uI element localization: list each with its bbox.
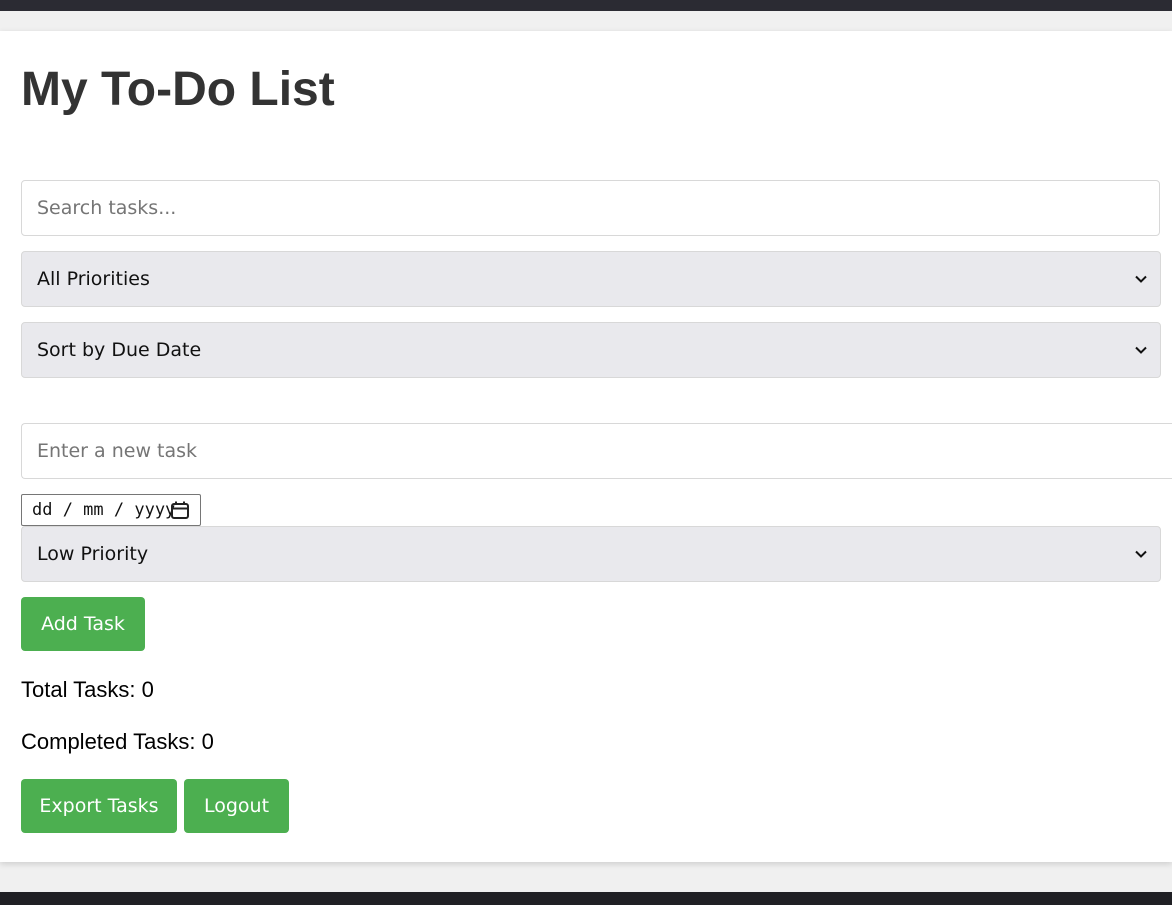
due-date-input[interactable]: dd / mm / yyyy <box>21 494 201 526</box>
chevron-down-icon <box>1135 550 1147 558</box>
priority-filter-value: All Priorities <box>37 268 150 290</box>
chevron-down-icon <box>1135 275 1147 283</box>
completed-tasks-count: Completed Tasks: 0 <box>21 729 214 754</box>
window-top-bar <box>0 0 1172 11</box>
total-tasks-count: Total Tasks: 0 <box>21 677 154 702</box>
sort-select[interactable]: Sort by Due Date <box>21 322 1161 378</box>
search-input[interactable]: Search tasks... <box>21 180 1160 236</box>
new-task-placeholder: Enter a new task <box>37 440 198 462</box>
add-task-button[interactable]: Add Task <box>21 597 145 651</box>
page-title: My To-Do List <box>21 63 335 116</box>
task-priority-select[interactable]: Low Priority <box>21 526 1161 582</box>
export-tasks-button[interactable]: Export Tasks <box>21 779 177 833</box>
sort-value: Sort by Due Date <box>37 339 202 361</box>
calendar-icon[interactable] <box>170 500 190 520</box>
priority-filter-select[interactable]: All Priorities <box>21 251 1161 307</box>
search-placeholder: Search tasks... <box>37 197 177 219</box>
logout-button[interactable]: Logout <box>184 779 289 833</box>
page-top-margin <box>0 11 1172 31</box>
new-task-input[interactable]: Enter a new task <box>21 423 1172 479</box>
taskbar <box>0 892 1172 905</box>
chevron-down-icon <box>1135 346 1147 354</box>
task-priority-value: Low Priority <box>37 543 149 565</box>
date-format-text: dd / mm / yyyy <box>32 500 176 520</box>
